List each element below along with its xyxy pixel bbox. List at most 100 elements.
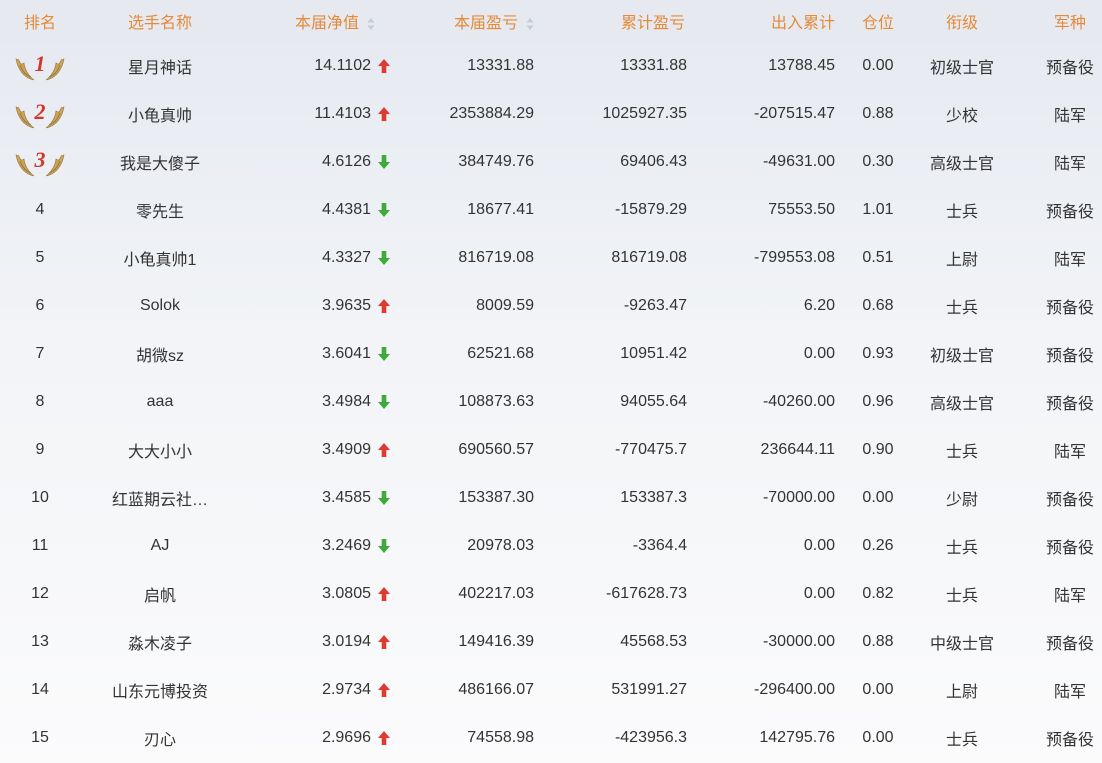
rank-number: 15	[31, 729, 49, 746]
grade-cell: 上尉	[945, 684, 978, 701]
table-row[interactable]: 15 刃心 2.9696 74558.98 -423956.3 142795.7…	[0, 714, 1102, 762]
nav-cell: 4.4381	[240, 186, 397, 234]
profit-cell: 8009.59	[476, 297, 534, 314]
table-header: 排名 选手名称 本届净值 本届盈亏 累计盈亏 出入累计 仓位 衔级 军种	[0, 0, 1102, 42]
arrow-up-icon	[378, 634, 390, 649]
position-cell: 1.01	[862, 201, 894, 218]
player-name[interactable]: 大大小小	[80, 426, 240, 474]
table-row[interactable]: 3 我是大傻子 4.6126 384749.76 69406.43 -49631…	[0, 138, 1102, 186]
player-name[interactable]: 小龟真帅1	[80, 234, 240, 282]
cum-profit-cell: -423956.3	[614, 729, 687, 746]
rank-cell: 12	[0, 570, 80, 618]
arrow-up-icon	[378, 730, 390, 745]
player-name[interactable]: aaa	[80, 378, 240, 426]
nav-value: 4.6126	[322, 152, 371, 170]
branch-cell: 预备役	[1045, 636, 1094, 653]
player-name[interactable]: 小龟真帅	[80, 90, 240, 138]
position-cell: 0.88	[862, 105, 894, 122]
trend-cell	[371, 489, 397, 507]
table-row[interactable]: 13 淼木凌子 3.0194 149416.39 45568.53 -30000…	[0, 618, 1102, 666]
position-cell: 0.88	[862, 633, 894, 650]
nav-cell: 3.4585	[240, 474, 397, 522]
player-name[interactable]: 胡微sz	[80, 330, 240, 378]
table-row[interactable]: 4 零先生 4.4381 18677.41 -15879.29 75553.50…	[0, 186, 1102, 234]
table-row[interactable]: 1 星月神话 14.1102 13331.88 13331.88 13788.4…	[0, 42, 1102, 90]
rank-number: 6	[35, 297, 45, 314]
rank-cell: 6	[0, 282, 80, 330]
profit-cell: 13331.88	[467, 57, 534, 74]
trend-cell	[371, 585, 397, 603]
header-row: 排名 选手名称 本届净值 本届盈亏 累计盈亏 出入累计 仓位 衔级 军种	[0, 0, 1102, 42]
rank-cell: 9	[0, 426, 80, 474]
grade-cell: 士兵	[945, 204, 978, 221]
player-name[interactable]: 启帆	[80, 570, 240, 618]
cash-flow-cell: 6.20	[803, 297, 835, 314]
player-name[interactable]: AJ	[80, 522, 240, 570]
player-name[interactable]: 刃心	[80, 714, 240, 762]
profit-cell: 153387.30	[458, 489, 534, 506]
arrow-down-icon	[378, 394, 390, 409]
grade-cell: 士兵	[945, 732, 978, 749]
nav-value: 3.4585	[322, 488, 371, 506]
nav-value: 3.9635	[322, 296, 371, 314]
profit-cell: 816719.08	[458, 249, 534, 266]
grade-cell: 士兵	[945, 300, 978, 317]
rank-medal-number: 2	[34, 99, 46, 124]
table-row[interactable]: 10 红蓝期云社… 3.4585 153387.30 153387.3 -700…	[0, 474, 1102, 522]
header-nav-sortable[interactable]: 本届净值	[240, 0, 397, 42]
nav-cell: 3.0805	[240, 570, 397, 618]
table-row[interactable]: 12 启帆 3.0805 402217.03 -617628.73 0.00 0…	[0, 570, 1102, 618]
nav-cell: 2.9734	[240, 666, 397, 714]
table-row[interactable]: 14 山东元博投资 2.9734 486166.07 531991.27 -29…	[0, 666, 1102, 714]
table-row[interactable]: 2 小龟真帅 11.4103 2353884.29 1025927.35 -20…	[0, 90, 1102, 138]
branch-cell: 预备役	[1045, 396, 1094, 413]
table-row[interactable]: 6 Solok 3.9635 8009.59 -9263.47 6.20 0.6…	[0, 282, 1102, 330]
arrow-down-icon	[378, 250, 390, 265]
branch-cell: 陆军	[1053, 684, 1086, 701]
position-cell: 0.90	[862, 441, 894, 458]
player-name[interactable]: 星月神话	[80, 42, 240, 90]
rank-medal-icon: 3	[14, 147, 66, 177]
player-name[interactable]: Solok	[80, 282, 240, 330]
sort-icon[interactable]	[367, 17, 375, 31]
cash-flow-cell: 0.00	[803, 585, 835, 602]
rank-number: 9	[35, 441, 45, 458]
sort-icon[interactable]	[526, 17, 534, 31]
player-name[interactable]: 我是大傻子	[80, 138, 240, 186]
trend-cell	[371, 201, 397, 219]
position-cell: 0.68	[862, 297, 894, 314]
player-name[interactable]: 山东元博投资	[80, 666, 240, 714]
table-row[interactable]: 5 小龟真帅1 4.3327 816719.08 816719.08 -7995…	[0, 234, 1102, 282]
rank-cell: 15	[0, 714, 80, 762]
trend-cell	[371, 57, 397, 75]
cum-profit-cell: 531991.27	[611, 681, 687, 698]
table-row[interactable]: 8 aaa 3.4984 108873.63 94055.64 -40260.0…	[0, 378, 1102, 426]
grade-cell: 初级士官	[929, 60, 994, 77]
profit-cell: 384749.76	[458, 153, 534, 170]
rank-medal-icon: 1	[14, 51, 66, 81]
nav-value: 3.2469	[322, 536, 371, 554]
arrow-down-icon	[378, 346, 390, 361]
arrow-up-icon	[378, 106, 390, 121]
player-name[interactable]: 红蓝期云社…	[80, 474, 240, 522]
cum-profit-cell: -15879.29	[614, 201, 687, 218]
branch-cell: 陆军	[1053, 108, 1086, 125]
header-nav-label: 本届净值	[294, 15, 359, 32]
table-row[interactable]: 7 胡微sz 3.6041 62521.68 10951.42 0.00 0.9…	[0, 330, 1102, 378]
cum-profit-cell: -770475.7	[614, 441, 687, 458]
position-cell: 0.82	[862, 585, 894, 602]
rank-medal-icon: 2	[14, 99, 66, 129]
player-name[interactable]: 零先生	[80, 186, 240, 234]
nav-cell: 11.4103	[240, 90, 397, 138]
cash-flow-cell: 75553.50	[768, 201, 835, 218]
header-profit-sortable[interactable]: 本届盈亏	[397, 0, 535, 42]
rank-cell: 14	[0, 666, 80, 714]
cum-profit-cell: 69406.43	[620, 153, 687, 170]
cash-flow-cell: -799553.08	[754, 249, 835, 266]
header-name: 选手名称	[127, 15, 192, 32]
position-cell: 0.96	[862, 393, 894, 410]
nav-cell: 3.6041	[240, 330, 397, 378]
table-row[interactable]: 11 AJ 3.2469 20978.03 -3364.4 0.00 0.26 …	[0, 522, 1102, 570]
player-name[interactable]: 淼木凌子	[80, 618, 240, 666]
table-row[interactable]: 9 大大小小 3.4909 690560.57 -770475.7 236644…	[0, 426, 1102, 474]
